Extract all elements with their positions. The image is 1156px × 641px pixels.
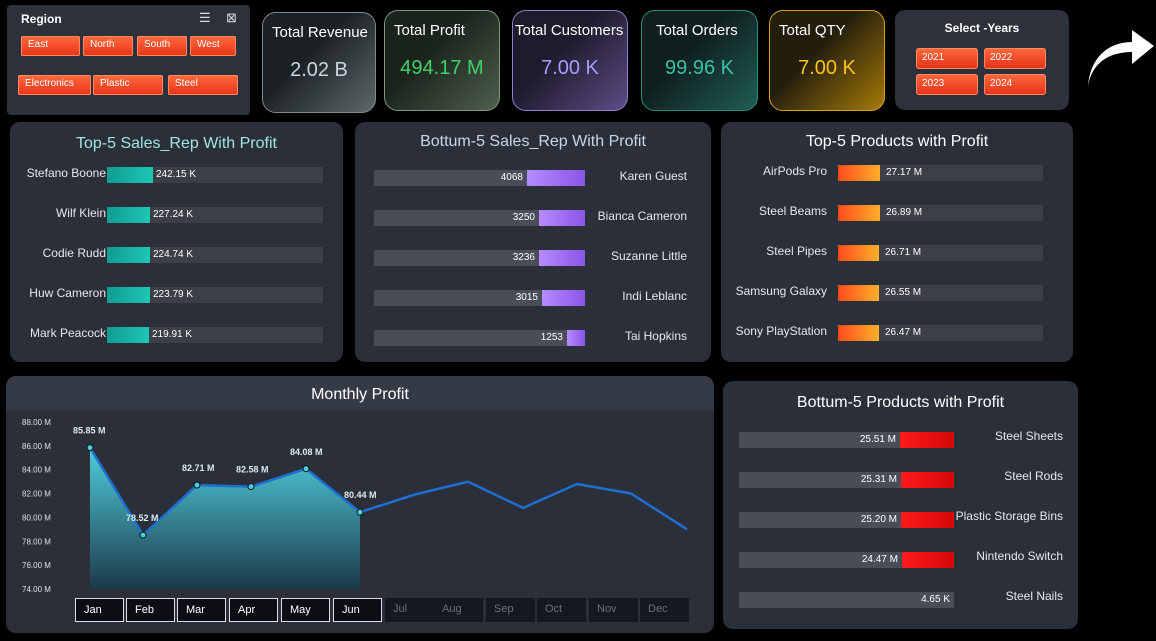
year-2021-button[interactable]: 2021 [916, 48, 978, 69]
profit-bar [838, 245, 879, 261]
product-name: Plastic Storage Bins [955, 509, 1063, 523]
y-tick-label: 88.00 M [22, 418, 51, 427]
data-point [193, 481, 201, 489]
navigate-arrow-icon[interactable] [1084, 30, 1156, 88]
profit-bar [838, 325, 879, 341]
bar-value: 24.47 M [861, 554, 898, 565]
data-label: 82.58 M [236, 465, 269, 475]
product-name: Samsung Galaxy [735, 284, 827, 298]
kpi-total-qty: Total QTY 7.00 K [769, 10, 885, 111]
y-tick-label: 78.00 M [22, 537, 51, 546]
month-button-may[interactable]: May [281, 598, 330, 622]
month-button-oct[interactable]: Oct [537, 598, 586, 622]
month-button-dec[interactable]: Dec [640, 598, 689, 622]
month-button-jun[interactable]: Jun [333, 598, 382, 622]
month-button-mar[interactable]: Mar [177, 598, 226, 622]
month-button-apr[interactable]: Apr [229, 598, 278, 622]
data-point [247, 483, 255, 491]
y-tick-label: 84.00 M [22, 466, 51, 475]
profit-bar [838, 285, 879, 301]
month-button-nov[interactable]: Nov [589, 598, 638, 622]
data-label: 80.44 M [344, 490, 377, 500]
month-button-sep[interactable]: Sep [486, 598, 535, 622]
bar-value: 26.89 M [886, 207, 923, 218]
years-title: Select -Years [944, 21, 1020, 35]
bar-value: 25.51 M [859, 434, 896, 445]
data-label: 85.85 M [73, 426, 106, 436]
y-tick-label: 76.00 M [22, 561, 51, 570]
product-name: Nintendo Switch [976, 549, 1063, 563]
month-button-jul[interactable]: Jul [385, 598, 434, 622]
product-name: Steel Rods [1004, 469, 1063, 483]
month-button-feb[interactable]: Feb [126, 598, 175, 622]
data-label: 82.71 M [182, 463, 215, 473]
data-point [86, 444, 94, 452]
kpi-label: Total QTY [779, 22, 846, 39]
y-tick-label: 74.00 M [22, 585, 51, 594]
y-tick-label: 86.00 M [22, 442, 51, 451]
bar-value: 25.20 M [860, 514, 897, 525]
panel-title: Bottum-5 Products with Profit [796, 394, 1005, 411]
bottom-products-panel: Bottum-5 Products with Profit 25.51 M Ste… [723, 381, 1078, 629]
y-tick-label: 82.00 M [22, 490, 51, 499]
product-name: AirPods Pro [762, 164, 827, 178]
monthly-profit-chart: 74.00 M 76.00 M 78.00 M 80.00 M 82.00 M 84.00… [22, 418, 688, 594]
bar-value: 26.71 M [885, 247, 922, 258]
bar-value: 27.17 M [886, 167, 923, 178]
year-2022-button[interactable]: 2022 [984, 48, 1046, 69]
data-point [139, 531, 147, 539]
data-point [356, 508, 364, 516]
year-2024-button[interactable]: 2024 [984, 74, 1046, 95]
data-label: 78.52 M [126, 513, 159, 523]
bar-value: 26.55 M [885, 287, 922, 298]
product-name: Sony PlayStation [735, 324, 827, 338]
month-button-jan[interactable]: Jan [75, 598, 124, 622]
data-label: 84.08 M [290, 447, 323, 457]
profit-bar [838, 165, 880, 181]
product-name: Steel Sheets [994, 429, 1063, 443]
profit-bar [838, 205, 880, 221]
product-name: Steel Beams [758, 204, 827, 218]
panel-title: Top-5 Products with Profit [805, 133, 989, 150]
data-point [302, 465, 310, 473]
bar-value: 26.47 M [885, 327, 922, 338]
product-name: Steel Nails [1005, 589, 1063, 603]
y-tick-label: 80.00 M [22, 513, 51, 522]
top-products-panel: Top-5 Products with Profit AirPods Pro 27… [721, 122, 1073, 362]
bar-value: 25.31 M [860, 474, 897, 485]
years-slicer: Select -Years 2021 2022 2023 2024 [895, 10, 1069, 110]
year-2023-button[interactable]: 2023 [916, 74, 978, 95]
product-name: Steel Pipes [766, 244, 827, 258]
kpi-value: 7.00 K [798, 57, 856, 79]
month-button-aug[interactable]: Aug [434, 598, 483, 622]
